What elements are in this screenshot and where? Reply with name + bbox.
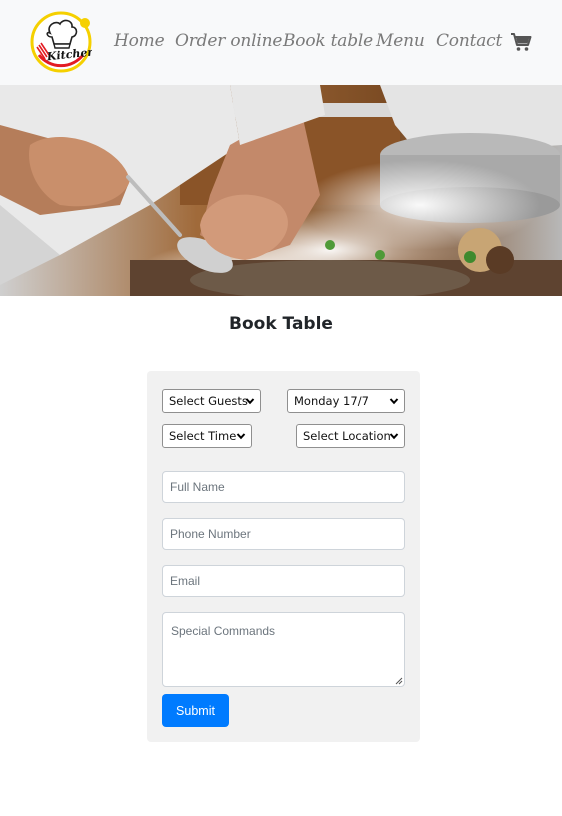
chevron-down-icon [389, 433, 399, 440]
page-title: Book Table [229, 314, 333, 334]
nav-menu[interactable]: Menu [376, 31, 425, 51]
resize-grip-icon[interactable] [394, 676, 403, 685]
location-select[interactable]: Select Location [296, 424, 405, 448]
chevron-down-icon [245, 398, 255, 405]
nav-order-online[interactable]: Order online [175, 31, 282, 51]
date-select[interactable]: Monday 17/7 [287, 389, 405, 413]
email-input[interactable]: Email [162, 565, 405, 597]
special-commands-textarea[interactable]: Special Commands [162, 612, 405, 687]
submit-button[interactable]: Submit [162, 694, 229, 727]
kitchen-logo[interactable]: Kitchen [30, 11, 92, 73]
time-select[interactable]: Select Time [162, 424, 252, 448]
chevron-down-icon [236, 433, 246, 440]
phone-number-input[interactable]: Phone Number [162, 518, 405, 550]
hero-image [0, 85, 562, 296]
booking-form: Select Guests Monday 17/7 Select Time Se… [147, 371, 420, 742]
date-select-value: Monday 17/7 [294, 394, 369, 408]
nav-home[interactable]: Home [114, 31, 165, 51]
nav-contact[interactable]: Contact [436, 31, 502, 51]
shopping-cart-icon[interactable] [510, 32, 532, 52]
nav-book-table[interactable]: Book table [283, 31, 373, 51]
special-commands-placeholder: Special Commands [171, 624, 276, 638]
time-select-value: Select Time [169, 429, 237, 443]
location-select-value: Select Location [303, 429, 391, 443]
chevron-down-icon [389, 398, 399, 405]
guests-select[interactable]: Select Guests [162, 389, 261, 413]
guests-select-value: Select Guests [169, 394, 248, 408]
navbar: Kitchen Home Order online Book table Men… [0, 0, 562, 85]
full-name-input[interactable]: Full Name [162, 471, 405, 503]
